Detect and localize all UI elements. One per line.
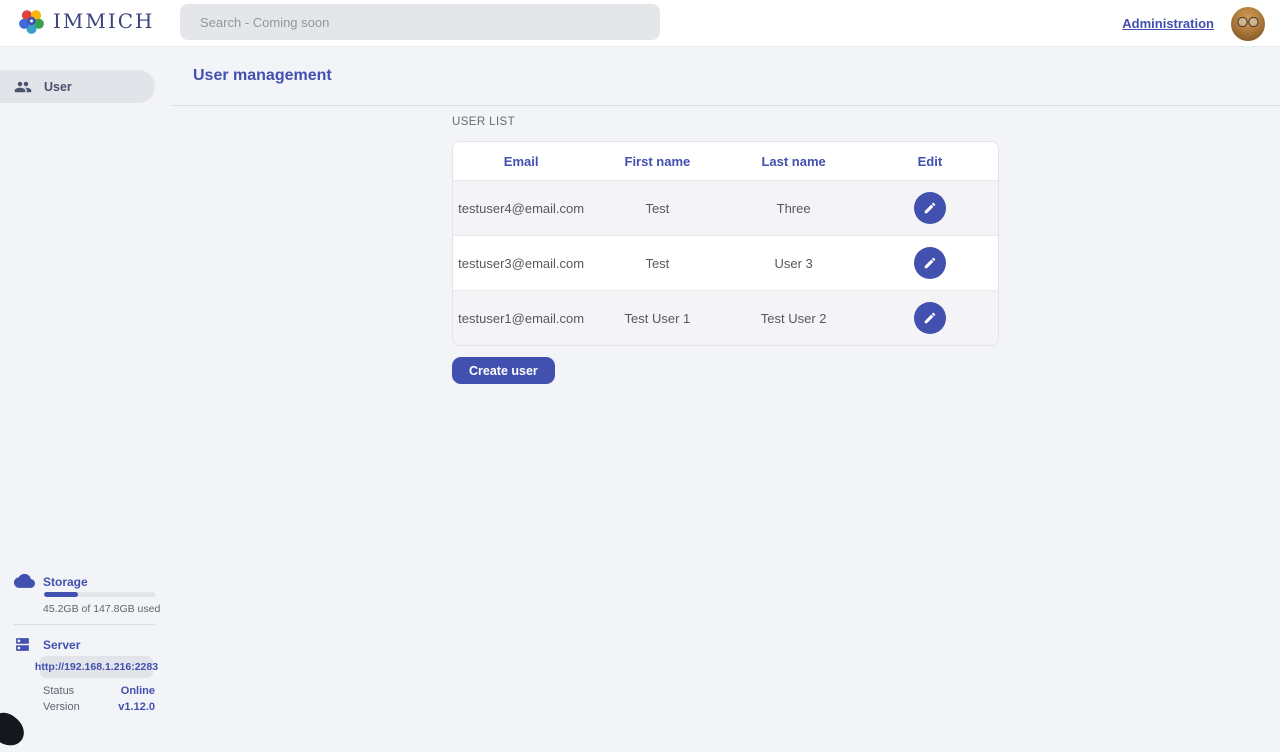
edit-user-button[interactable] (914, 192, 946, 224)
sidebar-item-user[interactable]: User (0, 70, 155, 103)
column-header-last-name: Last name (726, 154, 862, 169)
cell-edit (862, 302, 998, 334)
user-table-header-row: Email First name Last name Edit (453, 142, 998, 180)
server-url-chip: http://192.168.1.216:2283 (40, 656, 153, 678)
user-table: Email First name Last name Edit testuser… (452, 141, 999, 346)
server-status-row: Status Online (43, 685, 155, 697)
top-bar: IMMICH Administration (0, 0, 1280, 47)
cell-first-name: Test User 1 (589, 311, 725, 326)
cell-last-name: Three (726, 201, 862, 216)
storage-progress-bar (44, 592, 155, 597)
page-title: User management (193, 67, 332, 85)
server-version-row: Version v1.12.0 (43, 701, 155, 713)
cell-edit (862, 247, 998, 279)
administration-link[interactable]: Administration (1122, 16, 1214, 31)
pencil-icon (923, 311, 937, 325)
column-header-email: Email (453, 154, 589, 169)
search-input[interactable] (180, 4, 660, 40)
cell-first-name: Test (589, 201, 725, 216)
user-list-section-label: USER LIST (452, 116, 515, 128)
pencil-icon (923, 256, 937, 270)
storage-usage-text: 45.2GB of 147.8GB used (43, 603, 160, 615)
immich-logo: IMMICH (18, 8, 155, 35)
immich-flower-icon (18, 8, 45, 35)
table-row: testuser1@email.comTest User 1Test User … (453, 290, 998, 345)
user-table-body: testuser4@email.comTestThreetestuser3@em… (453, 180, 998, 345)
cell-email: testuser4@email.com (453, 201, 589, 216)
create-user-button[interactable]: Create user (452, 357, 555, 384)
users-group-icon (14, 78, 32, 96)
pencil-icon (923, 201, 937, 215)
sidebar-item-user-label: User (44, 80, 72, 94)
storage-progress-fill (44, 592, 78, 597)
top-bar-right: Administration (1122, 0, 1265, 47)
cloud-icon (14, 572, 35, 588)
sidebar-divider (14, 624, 155, 625)
cell-edit (862, 192, 998, 224)
edit-user-button[interactable] (914, 302, 946, 334)
server-status-value: Online (121, 685, 155, 697)
server-version-value: v1.12.0 (118, 701, 155, 713)
avatar-glasses-detail (1231, 7, 1265, 41)
storage-title: Storage (43, 575, 88, 589)
table-row: testuser4@email.comTestThree (453, 180, 998, 235)
cell-email: testuser3@email.com (453, 256, 589, 271)
server-status-label: Status (43, 685, 74, 697)
column-header-edit: Edit (862, 154, 998, 169)
cell-email: testuser1@email.com (453, 311, 589, 326)
edit-user-button[interactable] (914, 247, 946, 279)
cell-last-name: User 3 (726, 256, 862, 271)
server-version-label: Version (43, 701, 80, 713)
table-row: testuser3@email.comTestUser 3 (453, 235, 998, 290)
page-title-bar: User management (171, 47, 1280, 106)
server-title: Server (43, 638, 80, 652)
column-header-first-name: First name (589, 154, 725, 169)
avatar[interactable] (1231, 7, 1265, 41)
server-icon (14, 636, 31, 653)
cell-first-name: Test (589, 256, 725, 271)
corner-dark-blob (0, 707, 30, 752)
cell-last-name: Test User 2 (726, 311, 862, 326)
logo-text: IMMICH (53, 8, 155, 35)
